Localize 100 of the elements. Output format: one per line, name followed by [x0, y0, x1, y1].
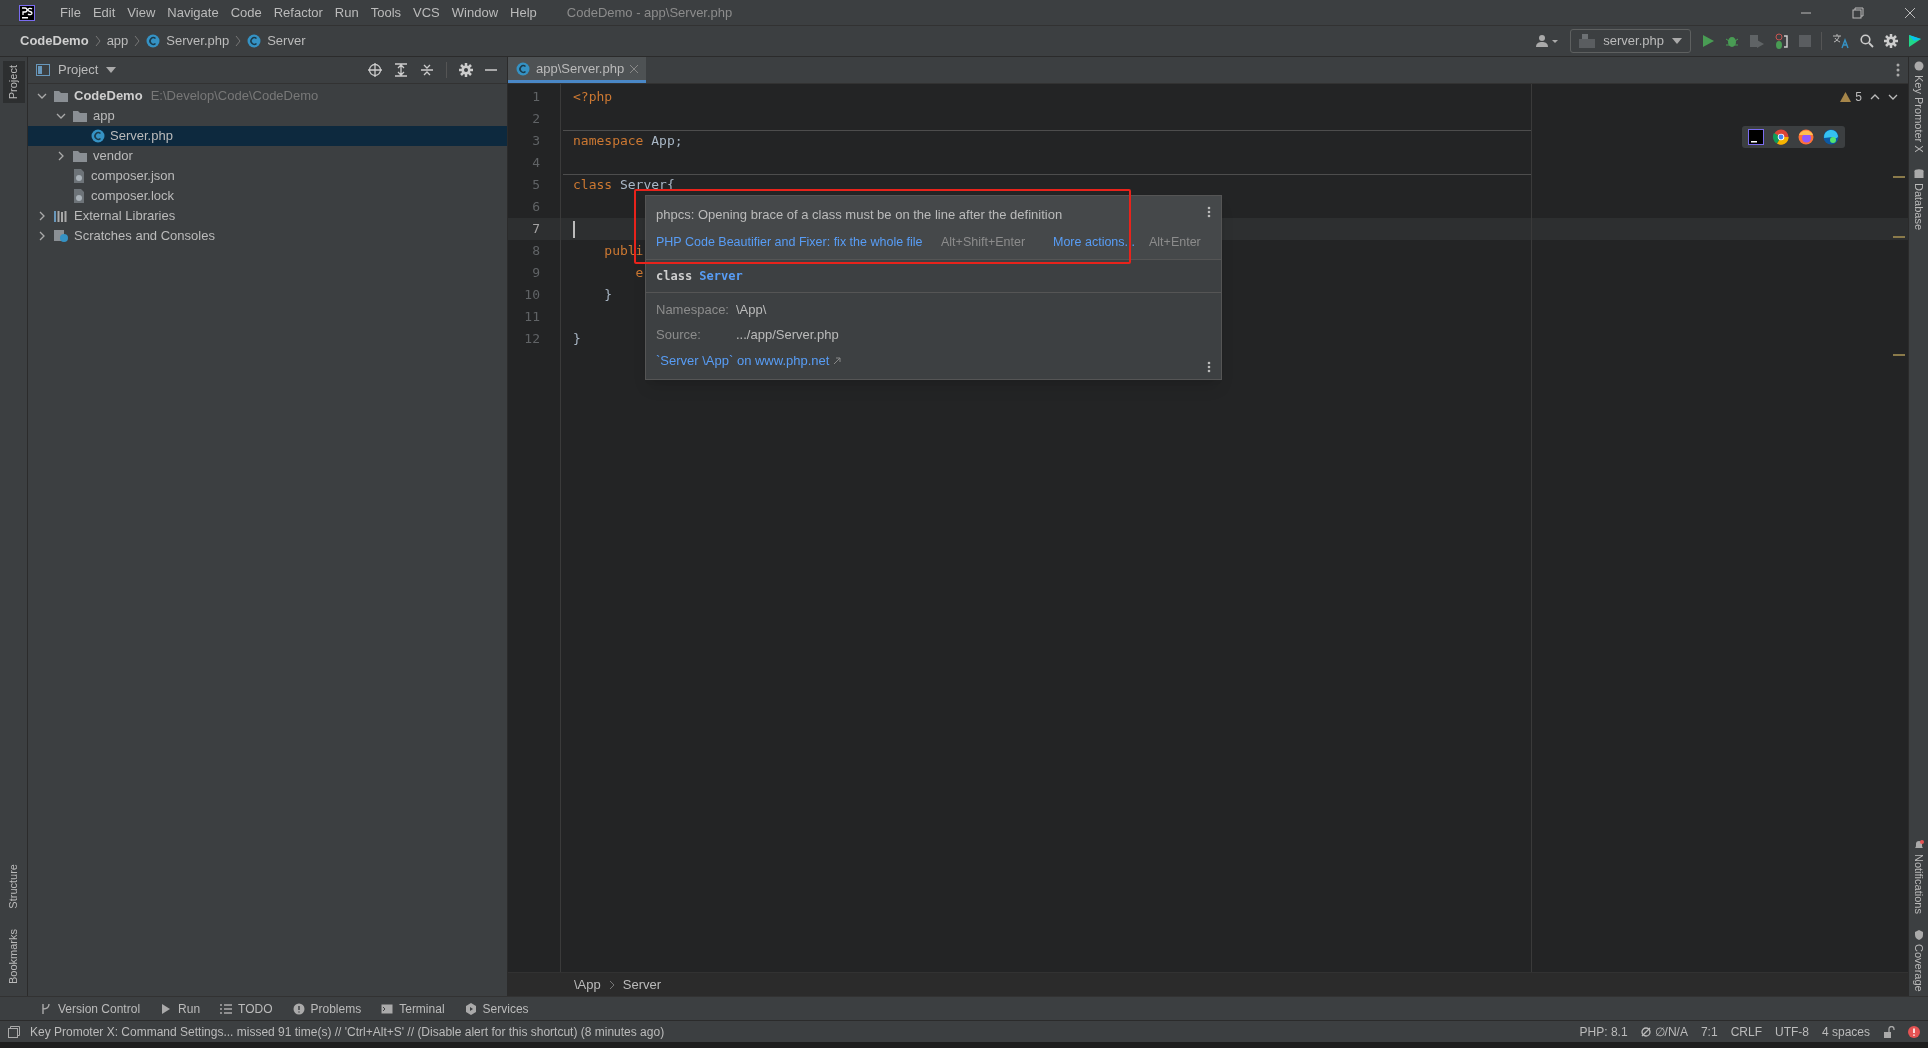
error-icon[interactable] — [1908, 1025, 1920, 1038]
folder-icon — [72, 109, 88, 123]
menu-item[interactable]: VCS — [407, 2, 446, 23]
shortcut-hint: Alt+Shift+Enter — [941, 234, 1026, 249]
warning-icon — [1840, 92, 1852, 102]
line-number: 11 — [523, 308, 540, 327]
action-link[interactable]: PHP Code Beautifier and Fixer: fix the whole file — [656, 234, 923, 249]
settings-icon[interactable] — [1884, 34, 1898, 48]
tool-window-button[interactable]: Services — [464, 999, 529, 1018]
chevron-right-icon — [134, 35, 141, 47]
browser-icon[interactable] — [1773, 129, 1789, 145]
code-line: e — [634, 264, 644, 283]
tree-item[interactable]: composer.lock — [28, 186, 507, 206]
menu-item[interactable]: Tools — [364, 2, 408, 23]
breadcrumb-item[interactable]: Server — [267, 31, 306, 51]
tree-item[interactable]: CodeDemo E:\Develop\Code\CodeDemo — [28, 86, 507, 106]
breadcrumb-item[interactable]: CodeDemo — [20, 31, 89, 51]
menu-item[interactable]: Window — [445, 2, 505, 23]
detail-value: .../app/Server.php — [736, 325, 839, 344]
breadcrumb-item[interactable]: app — [106, 31, 129, 51]
status-item[interactable]: 7:1 — [1700, 1022, 1718, 1041]
target-icon[interactable] — [368, 63, 382, 77]
bug-icon[interactable] — [1725, 34, 1739, 48]
status-item[interactable]: CRLF — [1730, 1022, 1762, 1041]
no-vcs-icon — [1640, 1026, 1651, 1037]
more-icon[interactable] — [1207, 206, 1211, 218]
breadcrumb-item[interactable]: Server — [622, 974, 662, 995]
warning-message: phpcs: Opening brace of a class must be on the line after the definition — [656, 206, 1063, 224]
menu-item[interactable]: Run — [328, 2, 365, 23]
tree-item[interactable]: app — [28, 106, 507, 126]
tool-window-button[interactable]: Run — [160, 999, 201, 1018]
panel-toggle-icon[interactable] — [8, 1025, 20, 1038]
menu-item[interactable]: File — [54, 2, 87, 23]
tool-window-button[interactable]: Terminal — [381, 999, 445, 1018]
menu-item[interactable]: Edit — [86, 2, 122, 23]
status-item[interactable]: PHP: 8.1 — [1579, 1022, 1628, 1041]
composer-file-icon — [72, 168, 86, 184]
more-icon[interactable] — [1207, 360, 1211, 373]
shield-icon — [1913, 930, 1924, 941]
close-icon[interactable] — [1904, 6, 1916, 19]
class-file-icon — [146, 34, 161, 48]
line-number: 3 — [531, 132, 540, 151]
settings-icon[interactable] — [459, 63, 473, 77]
tree-item[interactable]: vendor — [28, 146, 507, 166]
profiler-icon[interactable] — [1775, 33, 1789, 49]
status-item[interactable]: ∅/N/A — [1654, 1022, 1688, 1041]
browser-icon[interactable] — [1798, 129, 1814, 145]
menu-item[interactable]: Code — [224, 2, 268, 23]
tree-item[interactable]: Server.php — [28, 126, 507, 146]
breadcrumb-item[interactable]: Server.php — [166, 31, 230, 51]
run-config-dropdown[interactable]: server.php — [1570, 29, 1691, 53]
user-icon[interactable] — [1536, 34, 1561, 48]
line-number: 10 — [523, 286, 540, 305]
tool-window-button[interactable]: TODO — [220, 999, 273, 1018]
ide-browser-icon[interactable] — [1748, 129, 1764, 145]
text-cursor — [573, 220, 575, 238]
tool-window-button[interactable]: Version Control — [40, 999, 141, 1018]
project-view-icon — [36, 64, 50, 76]
tool-window-button[interactable]: Problems — [292, 999, 362, 1018]
tree-item[interactable]: Scratches and Consoles — [28, 226, 507, 246]
caret-icon[interactable] — [106, 67, 117, 73]
restore-icon[interactable] — [1852, 6, 1864, 19]
tree-item[interactable]: External Libraries — [28, 206, 507, 226]
plugin-logo-icon[interactable] — [1908, 34, 1922, 48]
menu-item[interactable]: View — [121, 2, 162, 23]
unlock-icon[interactable] — [1883, 1025, 1895, 1038]
tool-window-tab[interactable]: Notifications — [1910, 840, 1927, 915]
chevron-right-icon — [94, 35, 101, 47]
class-file-icon — [91, 129, 105, 143]
tool-window-tab[interactable]: Bookmarks — [2, 924, 25, 988]
terminal-icon — [381, 1002, 394, 1015]
expand-all-icon[interactable] — [394, 63, 408, 77]
tool-window-tab[interactable]: Key Promoter X — [1910, 61, 1927, 153]
status-item[interactable]: UTF-8 — [1774, 1022, 1809, 1041]
class-signature: class Server — [646, 260, 1221, 294]
tool-window-tab[interactable]: Project — [2, 61, 25, 104]
run-icon[interactable] — [1701, 34, 1715, 48]
database-icon — [1913, 168, 1924, 179]
more-icon[interactable] — [1896, 63, 1900, 77]
menu-item[interactable]: Navigate — [161, 2, 225, 23]
menu-item[interactable]: Refactor — [267, 2, 329, 23]
status-item[interactable]: 4 spaces — [1821, 1022, 1870, 1041]
editor-tab[interactable]: app\Server.php — [508, 57, 647, 83]
tool-window-tab[interactable]: Coverage — [1910, 930, 1927, 992]
warnings-counter[interactable]: 5 — [1840, 88, 1862, 106]
collapse-all-icon[interactable] — [420, 63, 434, 77]
breadcrumb-item[interactable]: \App — [574, 974, 601, 995]
tool-window-tab[interactable]: Structure — [2, 860, 25, 913]
chevron-down-icon[interactable] — [1888, 94, 1898, 100]
chevron-up-icon[interactable] — [1870, 94, 1880, 100]
doc-link[interactable]: `Server \App` on www.php.net — [656, 351, 830, 371]
line-number: 9 — [531, 264, 540, 283]
search-icon[interactable] — [1860, 34, 1874, 48]
browser-icon[interactable] — [1823, 129, 1839, 145]
menu-item[interactable]: Help — [504, 2, 543, 23]
tree-item[interactable]: composer.json — [28, 166, 507, 186]
line-number: 6 — [531, 198, 540, 217]
tool-window-tab[interactable]: Database — [1910, 168, 1927, 230]
panel-title[interactable]: Project — [58, 60, 99, 80]
translate-icon[interactable] — [1832, 33, 1850, 49]
